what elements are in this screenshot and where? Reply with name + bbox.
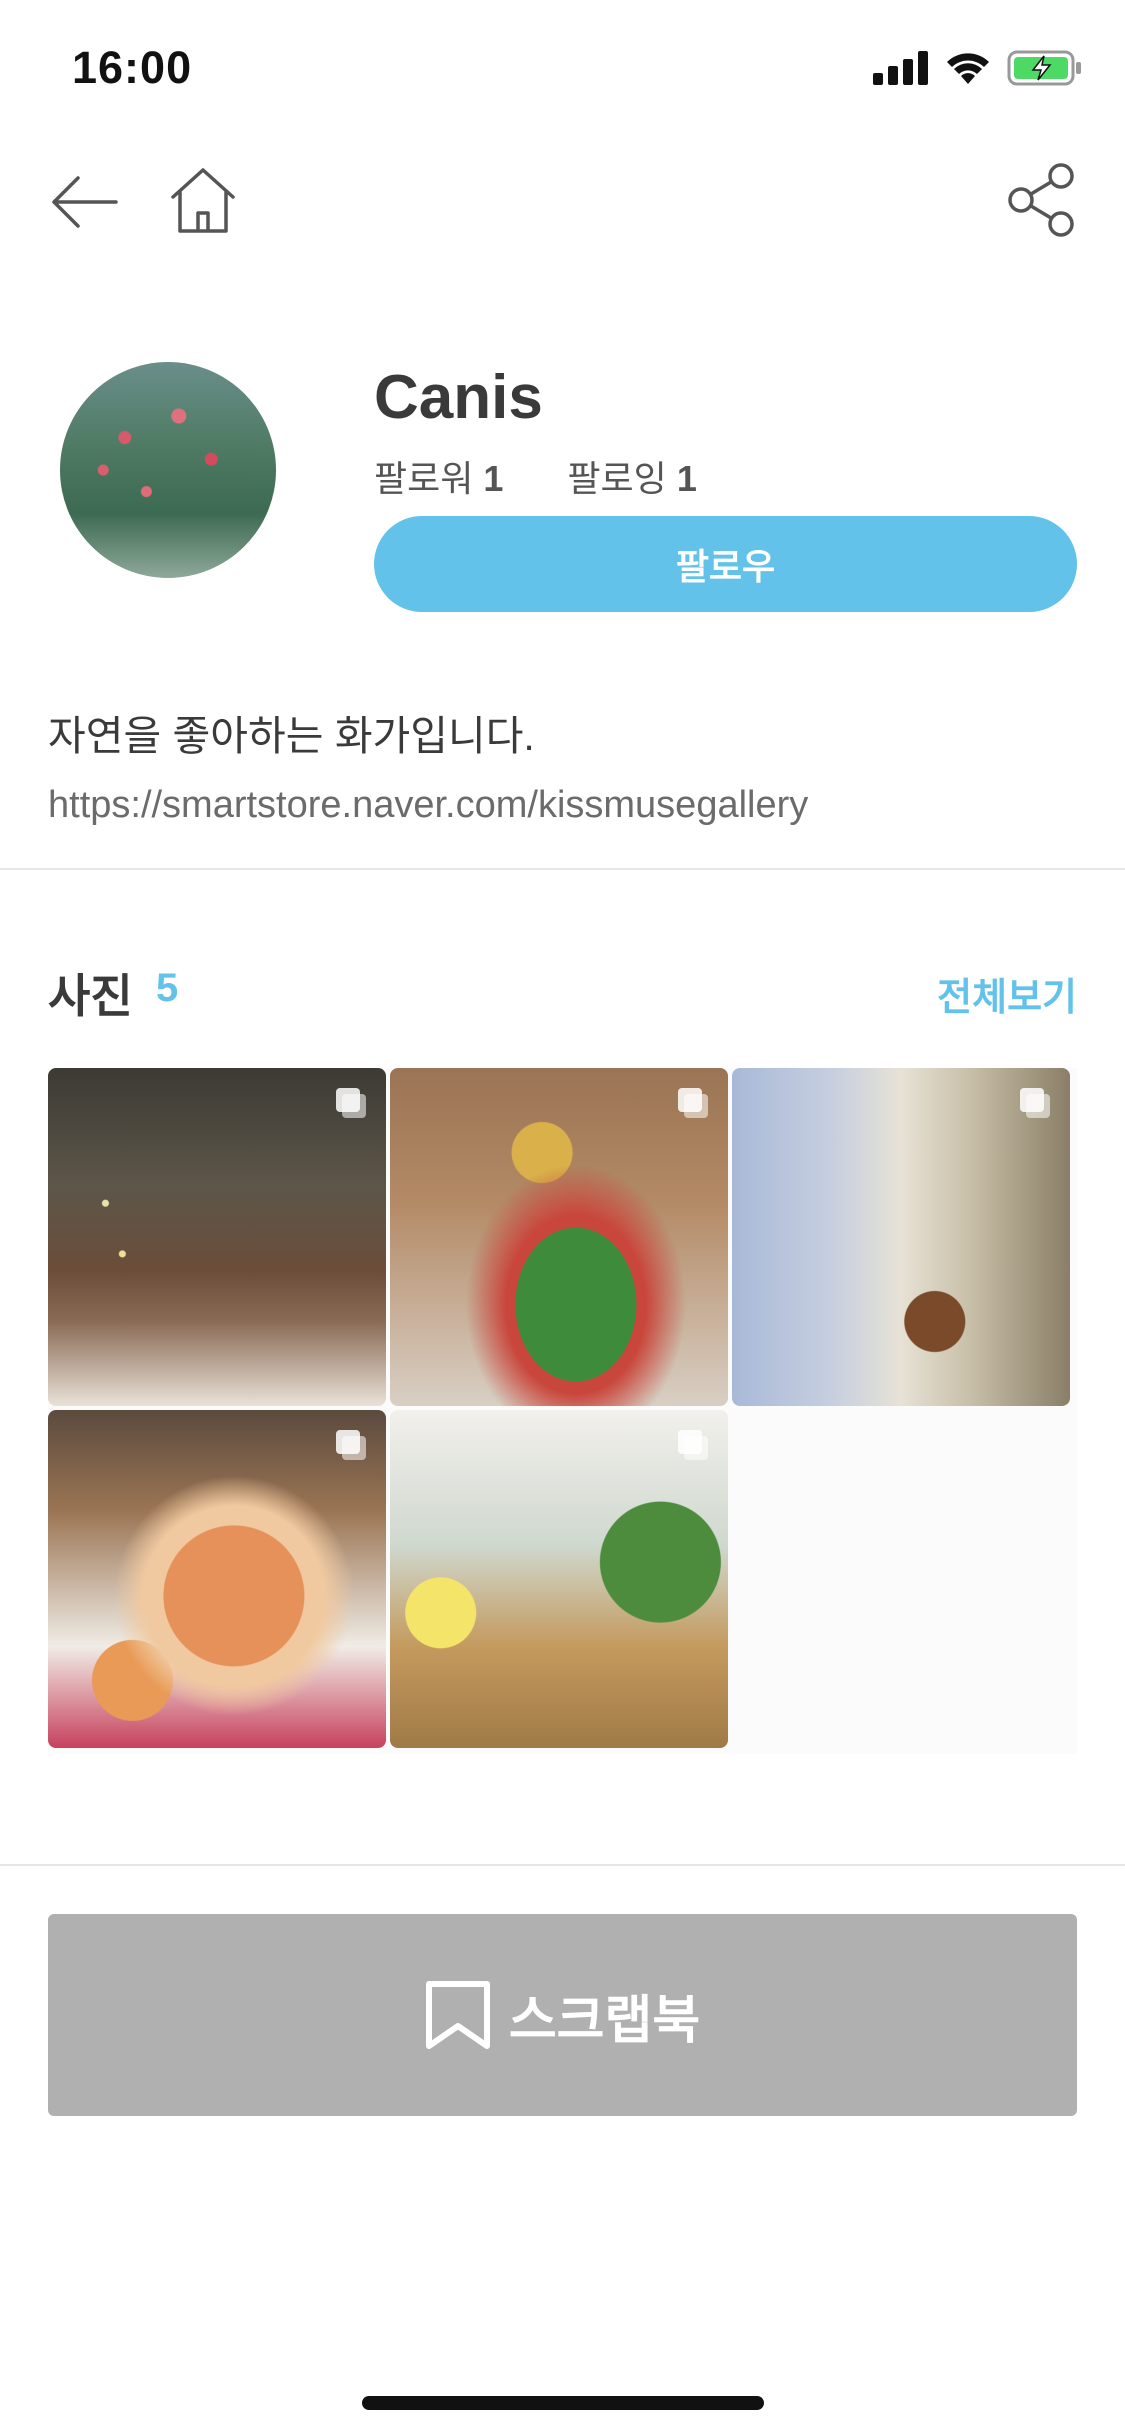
multiple-photos-icon [336,1088,366,1118]
back-arrow-icon [52,176,118,228]
multiple-photos-icon [1020,1088,1050,1118]
status-time: 16:00 [72,42,193,93]
following-label: 팔로잉 [567,458,667,499]
wifi-icon [947,53,989,84]
follow-button[interactable]: 팔로우 [374,516,1077,612]
photo-tile[interactable] [390,1410,728,1748]
scrapbook-label: 스크랩북 [508,1991,701,2050]
status-icons [873,48,1083,88]
photo-tile[interactable] [48,1410,386,1748]
share-button[interactable] [1004,160,1080,240]
home-button[interactable] [166,162,240,238]
photo-tile[interactable] [732,1068,1070,1406]
scrapbook-button[interactable]: 스크랩북 [48,1914,1077,2116]
profile-name: Canis [374,363,543,432]
battery-charging-icon [1007,50,1081,86]
photos-count: 5 [156,966,179,1010]
photo-grid [48,1068,1077,1754]
divider [0,868,1125,870]
signal-icon [873,51,928,85]
avatar [60,362,276,578]
divider [0,1864,1125,1866]
multiple-photos-icon [336,1430,366,1460]
followers-label: 팔로워 [374,458,474,499]
share-icon [1008,163,1074,237]
following-count: 1 [676,458,697,499]
followers-count: 1 [483,458,504,499]
bookmark-icon [425,1981,490,2049]
profile-stats: 팔로워 1 팔로잉 1 [374,450,697,502]
photo-tile[interactable] [390,1068,728,1406]
home-indicator[interactable] [362,2396,764,2410]
home-icon [171,168,235,233]
profile-link[interactable]: https://smartstore.naver.com/kissmusegal… [48,784,808,827]
following-stat[interactable]: 팔로잉 1 [567,450,696,502]
photo-tile[interactable] [48,1068,386,1406]
followers-stat[interactable]: 팔로워 1 [374,450,503,502]
photos-section-title: 사진 [48,970,133,1022]
see-all-link[interactable]: 전체보기 [937,966,1077,1021]
multiple-photos-icon [678,1430,708,1460]
profile-bio: 자연을 좋아하는 화가입니다. [48,713,535,759]
multiple-photos-icon [678,1088,708,1118]
back-button[interactable] [48,166,120,238]
